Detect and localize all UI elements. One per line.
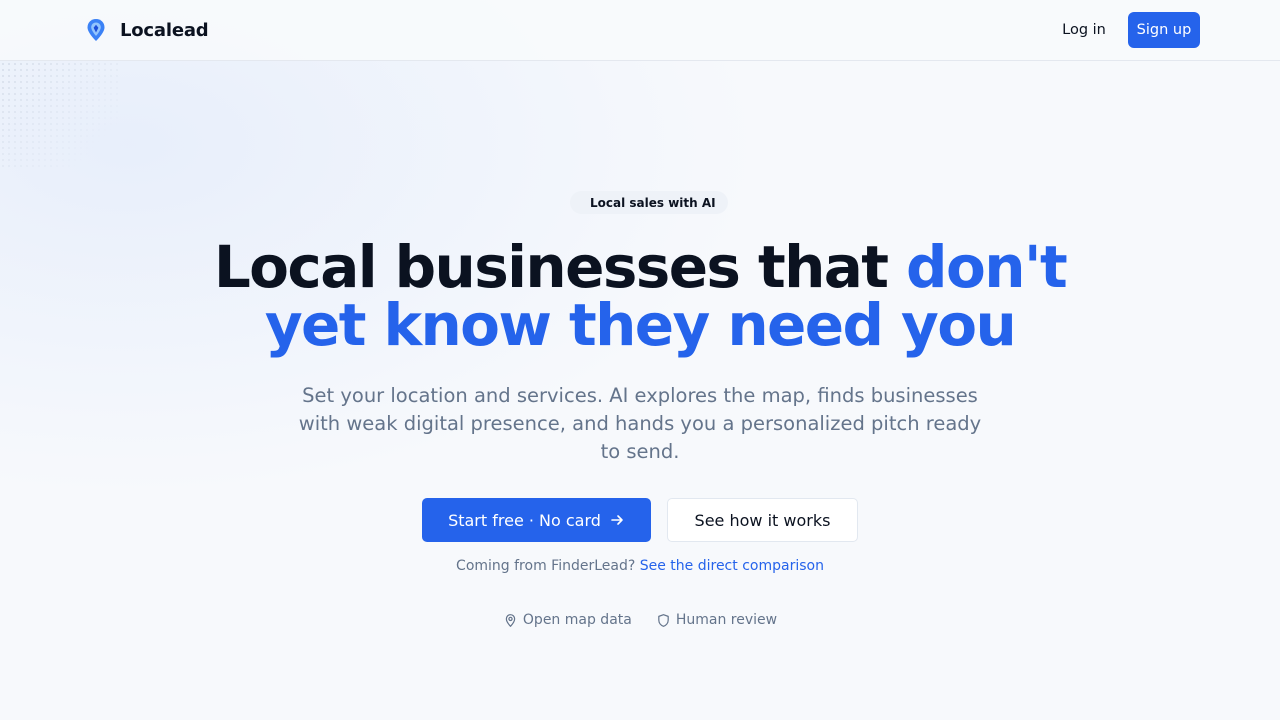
arrow-right-icon [611,515,623,525]
migration-note: Coming from FinderLead? See the direct c… [340,558,940,578]
start-free-label: Start free · No card [448,510,601,530]
hero-subtitle: Set your location and services. AI explo… [298,384,982,463]
feature-map-label: Open map data [522,612,632,628]
top-navbar: Localead Log in Sign up [0,0,1280,61]
shield-icon [658,613,669,627]
brand-logo[interactable]: Localead [86,17,209,43]
see-how-it-works-button[interactable]: See how it works [667,498,858,542]
hero-headline: Local businesses that don't yet know the… [190,238,1090,354]
decorative-dot-pattern [0,61,120,171]
comparison-link[interactable]: See the direct comparison [640,558,824,574]
login-link[interactable]: Log in [1052,12,1116,48]
brand-name: Localead [120,19,209,41]
feature-review-label: Human review [675,612,778,628]
feature-human-review: Human review [656,610,777,630]
hero-badge: Local sales with AI [570,191,728,214]
feature-open-map-data: Open map data [503,610,632,630]
feature-list: Open map data Human review [340,610,940,630]
signup-button[interactable]: Sign up [1128,12,1200,48]
start-free-button[interactable]: Start free · No card [422,498,651,542]
migration-text: Coming from FinderLead? [456,558,636,574]
map-pin-icon [505,613,516,627]
map-pin-logo-icon [87,19,105,41]
